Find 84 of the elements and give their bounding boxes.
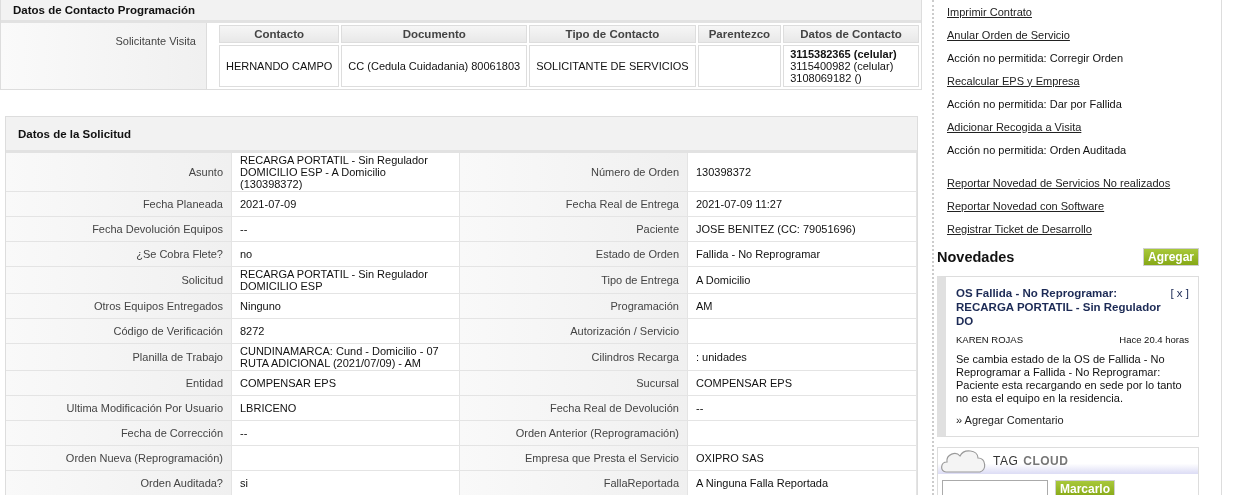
field-value: 2021-07-09 11:27 xyxy=(696,198,783,210)
column-header: Contacto xyxy=(218,25,340,43)
field-label: Estado de Orden xyxy=(595,248,679,260)
field-value: A Ninguna Falla Reportada xyxy=(696,477,829,489)
field-label: Entidad xyxy=(185,377,223,389)
field-value: COMPENSAR EPS xyxy=(696,377,792,389)
field-label: Solicitud xyxy=(181,274,223,286)
field-value: Fallida - No Reprogramar xyxy=(696,248,821,260)
action-link[interactable]: Recalcular EPS y Empresa xyxy=(947,74,1080,87)
close-link[interactable]: [ x ] xyxy=(1170,286,1189,328)
field-value: -- xyxy=(240,427,248,439)
action-link[interactable]: Reportar Novedad de Servicios No realizados xyxy=(947,176,1171,189)
field-value: OXIPRO SAS xyxy=(696,452,764,464)
field-value: RECARGA PORTATIL - Sin Regulador DOMICILIO ESP - A Domicilio (130398372) xyxy=(240,154,429,190)
section-title: Datos de Contacto Programación xyxy=(1,0,921,23)
field-value: 2021-07-09 xyxy=(240,198,297,210)
field-value: COMPENSAR EPS xyxy=(240,377,336,389)
comment-link[interactable]: » Agregar Comentario xyxy=(956,414,1064,426)
cloud-icon xyxy=(940,448,988,474)
field-label: Tipo de Entrega xyxy=(601,274,679,286)
field-label: ¿Se Cobra Flete? xyxy=(136,248,223,260)
action-note: Acción no permitida: Corregir Orden xyxy=(947,51,1124,64)
table-cell: HERNANDO CAMPO xyxy=(218,45,340,87)
field-label: Orden Nueva (Reprogramación) xyxy=(65,452,223,464)
tag-input-field[interactable] xyxy=(942,480,1048,495)
field-label: Planilla de Trabajo xyxy=(132,351,223,363)
field-value: -- xyxy=(696,402,704,414)
field-label: Paciente xyxy=(636,223,679,235)
field-label: Ultima Modificación Por Usuario xyxy=(66,402,223,414)
action-note: Acción no permitida: Orden Auditada xyxy=(947,143,1127,156)
field-label: Fecha Devolución Equipos xyxy=(92,223,223,235)
field-value: si xyxy=(240,477,248,489)
section-title: Datos de la Solicitud xyxy=(6,117,917,153)
field-value: CUNDINAMARCA: Cund - Domicilio - 07 RUTA ADICIONAL (2021/07/09) - AM xyxy=(240,345,440,369)
field-value: 8272 xyxy=(240,325,265,337)
action-link[interactable]: Imprimir Contrato xyxy=(947,5,1032,18)
news-title: OS Fallida - No Reprogramar: RECARGA PORTATIL - Sin Regulador DO xyxy=(956,286,1162,328)
field-value: : unidades xyxy=(696,351,747,363)
action-link[interactable]: Adicionar Recogida a Visita xyxy=(947,120,1082,133)
field-label: Sucursal xyxy=(636,377,679,389)
news-author: KAREN ROJAS xyxy=(956,334,1024,345)
field-value: -- xyxy=(240,223,248,235)
field-label: Otros Equipos Entregados xyxy=(93,300,223,312)
tag-cloud-title: CLOUD xyxy=(1023,454,1069,468)
field-label: Fecha Planeada xyxy=(142,198,223,210)
section-title: Novedades xyxy=(937,249,1015,265)
field-label: Programación xyxy=(610,300,679,312)
phone-number: 3115400982 (celular) xyxy=(790,60,895,72)
field-value: AM xyxy=(696,300,713,312)
column-header: Tipo de Contacto xyxy=(529,25,696,43)
field-label: Cilindros Recarga xyxy=(591,351,679,363)
field-value: JOSE BENITEZ (CC: 79051696) xyxy=(696,223,856,235)
row-label: Solicitante Visita xyxy=(1,23,207,89)
field-label: Autorización / Servicio xyxy=(570,325,679,337)
field-label: Orden Anterior (Reprogramación) xyxy=(515,427,679,439)
field-label: Fecha Real de Devolución xyxy=(549,402,679,414)
column-header: Datos de Contacto xyxy=(783,25,919,43)
field-label: Orden Auditada? xyxy=(140,477,223,489)
field-value: LBRICENO xyxy=(240,402,297,414)
action-link[interactable]: Registrar Ticket de Desarrollo xyxy=(947,222,1092,235)
table-cell: SOLICITANTE DE SERVICIOS xyxy=(529,45,696,87)
field-label: Fecha de Corrección xyxy=(120,427,223,439)
news-time: Hace 20.4 horas xyxy=(1119,334,1189,345)
field-label: Empresa que Presta el Servicio xyxy=(524,452,679,464)
phone-number: 3108069182 () xyxy=(790,72,863,84)
action-link[interactable]: Anular Orden de Servicio xyxy=(947,28,1070,41)
field-label: Asunto xyxy=(188,166,223,178)
table-cell: CC (Cedula Cuidadania) 80061803 xyxy=(341,45,528,87)
field-label: Número de Orden xyxy=(590,166,679,178)
field-value: no xyxy=(240,248,253,260)
phone-number: 3115382365 (celular) xyxy=(790,48,898,60)
field-label: Fecha Real de Entrega xyxy=(565,198,679,210)
news-body: Se cambia estado de la OS de Fallida - No Reprogramar a Fallida - No Reprogramar: Paciente esta recargando en sede por lo tanto no esta el equipo en la residencia. xyxy=(956,353,1183,405)
field-value: A Domicilio xyxy=(696,274,751,286)
column-header: Parentezco xyxy=(697,25,782,43)
field-value: 130398372 xyxy=(696,166,752,178)
column-header: Documento xyxy=(341,25,528,43)
tag-cloud-title: TAG xyxy=(993,454,1019,468)
action-link[interactable]: Reportar Novedad con Software xyxy=(947,199,1105,212)
field-label: Código de Verificación xyxy=(113,325,223,337)
field-label: FallaReportada xyxy=(603,477,679,489)
action-note: Acción no permitida: Dar por Fallida xyxy=(947,97,1122,110)
field-value: RECARGA PORTATIL - Sin Regulador DOMICILIO ESP xyxy=(240,268,429,292)
field-value: Ninguno xyxy=(240,300,281,312)
